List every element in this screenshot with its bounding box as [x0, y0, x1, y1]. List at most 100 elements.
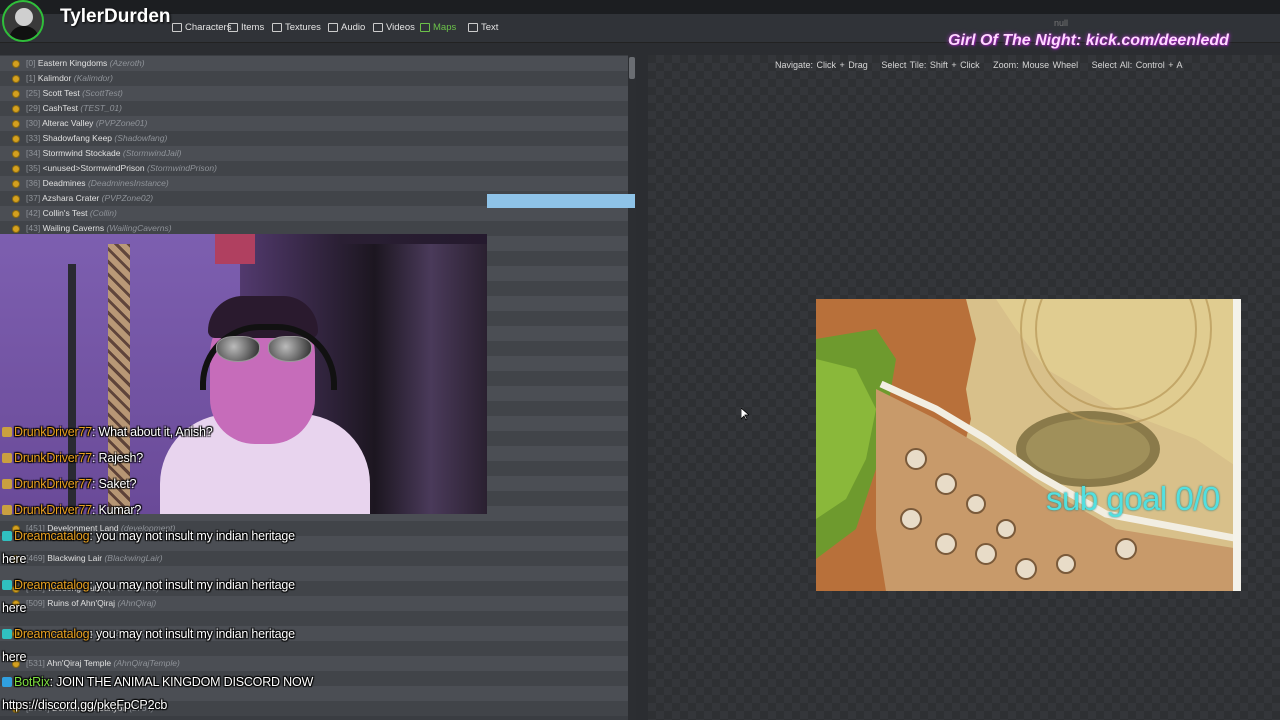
- map-directory: (AhnQiraj): [117, 598, 157, 608]
- map-icon: [12, 119, 20, 128]
- streamer-name: TylerDurden: [60, 6, 171, 27]
- music-icon: [328, 23, 338, 32]
- chat-text: : What about it, Anish?: [91, 425, 213, 439]
- map-icon: [12, 59, 20, 68]
- list-item[interactable]: [30] Alterac Valley (PVPZone01): [0, 116, 628, 131]
- list-item[interactable]: [36] Deadmines (DeadminesInstance): [0, 176, 628, 191]
- map-icon: [12, 149, 20, 158]
- map-list-scrollbar[interactable]: [628, 55, 636, 720]
- map-name: Ahn'Qiraj Temple: [46, 658, 112, 668]
- map-name: Stormwind Stockade: [42, 148, 121, 158]
- map-name: Eastern Kingdoms: [37, 58, 108, 68]
- list-item[interactable]: [34] Stormwind Stockade (StormwindJail): [0, 146, 628, 161]
- list-item[interactable]: [35] <unused>StormwindPrison (StormwindP…: [0, 161, 628, 176]
- list-item[interactable]: [531] Ahn'Qiraj Temple (AhnQirajTemple): [0, 656, 628, 671]
- webcam-overlay: [0, 234, 487, 514]
- scrollbar-thumb[interactable]: [629, 57, 635, 79]
- map-id: [37]: [26, 193, 41, 203]
- list-item[interactable]: [0, 611, 628, 626]
- map-directory: (BlackwingLair): [104, 553, 163, 563]
- chat-message: BotRix: JOIN THE ANIMAL KINGDOM DISCORD …: [2, 675, 313, 689]
- map-tile-image[interactable]: [816, 299, 1240, 591]
- tab-label: Audio: [341, 22, 366, 33]
- chat-text: : you may not insult my indian heritage: [89, 529, 295, 543]
- chat-badge-icon: [2, 629, 12, 639]
- tab-characters[interactable]: Characters: [172, 22, 231, 33]
- map-icon: [12, 209, 20, 218]
- promo-banner: Girl Of The Night: kick.com/deenledd: [948, 32, 1229, 49]
- list-item[interactable]: [1] Kalimdor (Kalimdor): [0, 71, 628, 86]
- list-item[interactable]: [25] Scott Test (ScottTest): [0, 86, 628, 101]
- map-icon: [12, 74, 20, 83]
- tab-label: Characters: [185, 22, 232, 33]
- tab-label: Text: [481, 22, 499, 33]
- list-item[interactable]: [0, 641, 628, 656]
- window-top-strip: [0, 0, 1280, 14]
- list-item[interactable]: [33] Shadowfang Keep (Shadowfang): [0, 131, 628, 146]
- user-icon: [172, 23, 182, 32]
- map-name: Deadmines: [42, 178, 86, 188]
- chat-username: Dreamcatalog: [14, 578, 90, 592]
- chat-text: : you may not insult my indian heritage: [89, 578, 295, 592]
- chat-text-continuation: here: [2, 650, 27, 664]
- tab-videos[interactable]: Videos: [373, 22, 415, 33]
- chat-text-continuation: here: [2, 552, 27, 566]
- selected-row-highlight[interactable]: [487, 194, 635, 208]
- chat-message: Dreamcatalog: you may not insult my indi…: [2, 627, 295, 641]
- map-id: [509]: [26, 598, 45, 608]
- list-item[interactable]: [29] CashTest (TEST_01): [0, 101, 628, 116]
- webcam-leopard-cloth: [108, 244, 130, 514]
- sunglasses-icon: [216, 336, 312, 362]
- map-id: [531]: [26, 658, 45, 668]
- map-id: [33]: [26, 133, 41, 143]
- map-icon: [12, 89, 20, 98]
- list-item[interactable]: [509] Ruins of Ahn'Qiraj (AhnQiraj): [0, 596, 628, 611]
- map-icon: [12, 164, 20, 173]
- map-icon: [12, 104, 20, 113]
- map-name: Scott Test: [42, 88, 80, 98]
- map-id: [469]: [26, 553, 45, 563]
- tab-audio[interactable]: Audio: [328, 22, 365, 33]
- map-id: [34]: [26, 148, 41, 158]
- map-directory: (DeadminesInstance): [87, 178, 169, 188]
- streamer-avatar: [2, 0, 44, 42]
- tab-label: Textures: [285, 22, 321, 33]
- chat-badge-icon: [2, 505, 12, 515]
- map-id: [42]: [26, 208, 41, 218]
- tab-label: Maps: [433, 22, 457, 33]
- map-id: [0]: [26, 58, 36, 68]
- map-tile-edge: [1233, 299, 1241, 591]
- sub-goal-overlay: sub goal 0/0: [1046, 480, 1220, 517]
- map-directory: (Kalimdor): [73, 73, 113, 83]
- list-item[interactable]: [42] Collin's Test (Collin): [0, 206, 628, 221]
- map-name: <unused>StormwindPrison: [42, 163, 145, 173]
- map-directory: (TEST_01): [80, 103, 122, 113]
- map-id: [25]: [26, 88, 41, 98]
- viewer-hints: Navigate: Click + Drag Select Tile: Shif…: [775, 60, 1192, 70]
- chat-message: Dreamcatalog: you may not insult my indi…: [2, 578, 295, 592]
- chat-message: DrunkDriver77: Rajesh?: [2, 451, 143, 465]
- image-icon: [272, 23, 282, 32]
- tab-items[interactable]: Items: [228, 22, 264, 33]
- map-icon: [12, 179, 20, 188]
- items-icon: [228, 23, 238, 32]
- hint-select-all: Select All: Control + A: [1091, 60, 1183, 70]
- map-directory: (PVPZone02): [101, 193, 154, 203]
- map-directory: (WailingCaverns): [106, 223, 172, 233]
- map-icon: [12, 194, 20, 203]
- chat-badge-icon: [2, 531, 12, 541]
- tab-textures[interactable]: Textures: [272, 22, 321, 33]
- list-item[interactable]: [469] Blackwing Lair (BlackwingLair): [0, 551, 628, 566]
- null-label: null: [1054, 18, 1069, 28]
- chat-badge-icon: [2, 427, 12, 437]
- map-name: Azshara Crater: [42, 193, 100, 203]
- map-name: Blackwing Lair: [47, 553, 103, 563]
- map-id: [36]: [26, 178, 41, 188]
- tab-maps[interactable]: Maps: [420, 22, 456, 33]
- tab-text[interactable]: Text: [468, 22, 498, 33]
- chat-username: DrunkDriver77: [14, 503, 92, 517]
- chat-badge-icon: [2, 580, 12, 590]
- list-item[interactable]: [0] Eastern Kingdoms (Azeroth): [0, 56, 628, 71]
- map-name: Shadowfang Keep: [42, 133, 113, 143]
- chat-username: Dreamcatalog: [14, 627, 90, 641]
